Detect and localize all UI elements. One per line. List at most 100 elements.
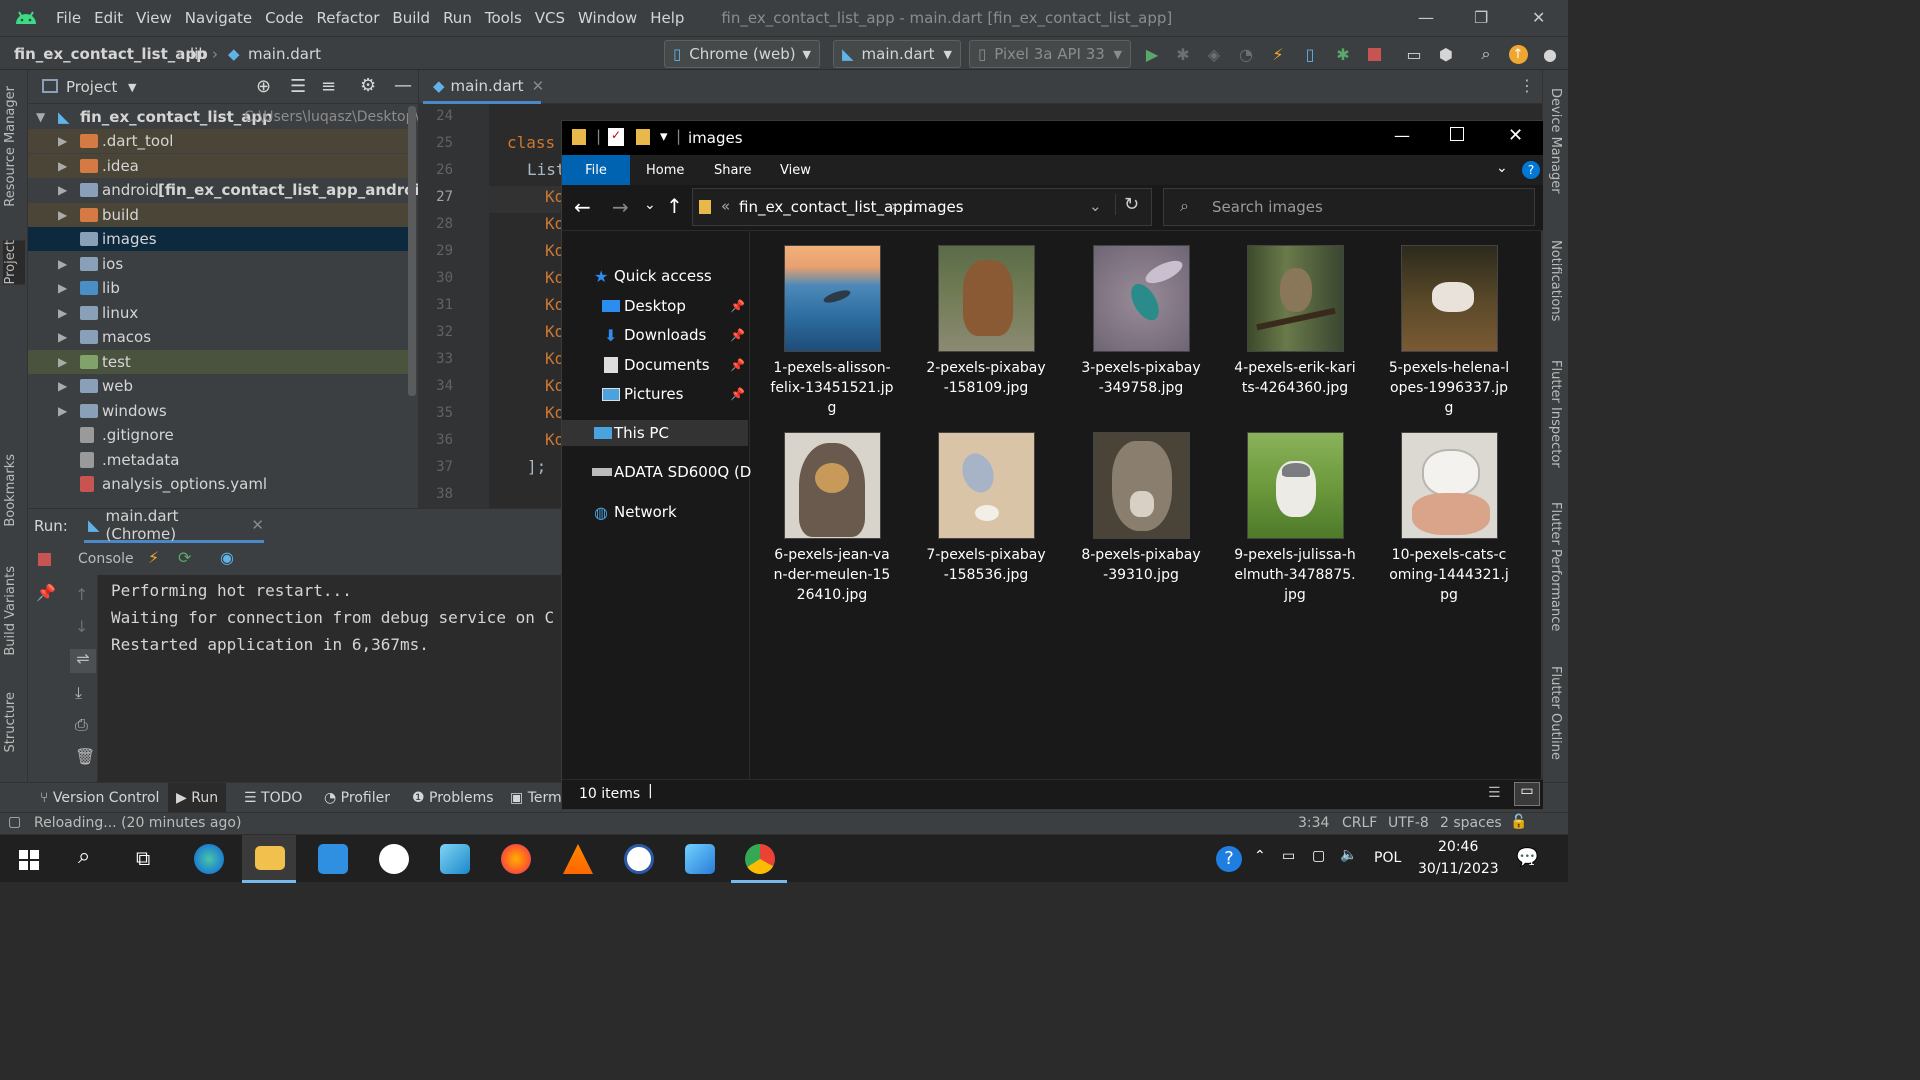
cube-app-icon[interactable] bbox=[440, 844, 470, 874]
code-list[interactable]: List bbox=[527, 160, 566, 179]
volume-icon[interactable]: 🔈 bbox=[1340, 847, 1357, 863]
menu-code[interactable]: Code bbox=[265, 9, 303, 27]
debug-icon[interactable]: ✱ bbox=[1173, 44, 1193, 64]
arrow-up-icon[interactable]: ↑ bbox=[75, 585, 88, 604]
terminal-tab[interactable]: ▣ Term bbox=[510, 790, 562, 806]
help-icon[interactable]: ? bbox=[1216, 846, 1242, 872]
print-icon[interactable]: ⎙ bbox=[75, 715, 88, 735]
collapse-all-icon[interactable]: ≡ bbox=[321, 76, 336, 97]
file-tile[interactable]: 6-pexels-jean-va n-der-meulen-15 26410.jpg bbox=[768, 418, 896, 603]
app-w-icon[interactable] bbox=[624, 844, 654, 874]
ribbon-tab-file[interactable]: File bbox=[562, 155, 630, 185]
nav-network[interactable]: ◍ Network bbox=[562, 499, 748, 525]
tree-item-linux[interactable]: ▶ linux bbox=[28, 301, 416, 325]
battery-icon[interactable]: ▭ bbox=[1282, 848, 1295, 864]
project-tab[interactable]: Project bbox=[3, 240, 25, 285]
firefox-icon[interactable] bbox=[501, 844, 531, 874]
overflow-icon[interactable]: « bbox=[721, 197, 730, 215]
maximize-icon[interactable] bbox=[1450, 127, 1464, 141]
search-icon[interactable]: ⌕ bbox=[78, 844, 90, 869]
indent-setting[interactable]: 2 spaces bbox=[1440, 815, 1502, 831]
file-tile[interactable]: 2-pexels-pixabay -158109.jpg bbox=[922, 231, 1050, 411]
large-icons-view-icon[interactable]: ▭ bbox=[1514, 782, 1540, 806]
close-icon[interactable]: ✕ bbox=[1532, 8, 1545, 27]
arrow-down-icon[interactable]: ↓ bbox=[75, 617, 88, 636]
run-tool-tab[interactable]: ▶ Run bbox=[168, 783, 227, 813]
expand-all-icon[interactable]: ☰ bbox=[290, 76, 306, 97]
chevron-right-icon[interactable]: › bbox=[891, 197, 897, 215]
more-icon[interactable]: ⋮ bbox=[1519, 76, 1535, 95]
edge-icon[interactable] bbox=[194, 844, 224, 874]
nav-desktop[interactable]: Desktop 📌 bbox=[562, 293, 748, 319]
pin-icon[interactable]: 📌 bbox=[730, 387, 745, 401]
quick-access-toolbar-dropdown-icon[interactable]: ▾ bbox=[660, 127, 668, 145]
nav-downloads[interactable]: ⬇ Downloads 📌 bbox=[562, 322, 748, 348]
project-scrollbar[interactable] bbox=[408, 106, 416, 396]
properties-icon[interactable]: ✓ bbox=[608, 128, 624, 146]
network-icon[interactable]: ▢ bbox=[1312, 848, 1325, 864]
notifications-tab[interactable]: Notifications bbox=[1548, 240, 1563, 321]
device-selector[interactable]: ▯ Chrome (web) ▼ bbox=[664, 40, 820, 68]
tree-root[interactable]: ▼ ◣ fin_ex_contact_list_app C:\Users\luq… bbox=[28, 105, 428, 129]
file-tile[interactable]: 9-pexels-julissa-h elmuth-3478875. jpg bbox=[1231, 418, 1359, 603]
code-keyword-class[interactable]: class bbox=[507, 133, 555, 152]
menu-help[interactable]: Help bbox=[650, 9, 684, 27]
flutter-performance-tab[interactable]: Flutter Performance bbox=[1548, 502, 1563, 631]
line-ending[interactable]: CRLF bbox=[1342, 815, 1377, 831]
version-control-tab[interactable]: ⑂ Version Control bbox=[40, 790, 159, 806]
recent-locations-icon[interactable]: ⌄ bbox=[644, 197, 656, 213]
address-segment[interactable]: fin_ex_contact_list_app bbox=[739, 198, 912, 216]
flutter-inspector-tab[interactable]: Flutter Inspector bbox=[1548, 360, 1563, 468]
file-tile[interactable]: 4-pexels-erik-kari ts-4264360.jpg bbox=[1231, 231, 1359, 411]
pin-icon[interactable]: 📌 bbox=[730, 299, 745, 313]
breadcrumb-folder[interactable]: lib bbox=[190, 45, 208, 63]
menu-tools[interactable]: Tools bbox=[485, 9, 522, 27]
chrome-taskbar-button[interactable] bbox=[731, 835, 787, 883]
caret-position[interactable]: 3:34 bbox=[1298, 815, 1329, 831]
nav-drive[interactable]: ADATA SD600Q (D:) bbox=[562, 459, 762, 485]
address-input[interactable]: « fin_ex_contact_list_app › images ⌄ ↻ bbox=[692, 188, 1152, 226]
resource-manager-tab[interactable]: Resource Manager bbox=[3, 86, 18, 207]
chevron-down-icon[interactable]: ▼ bbox=[128, 81, 136, 94]
file-encoding[interactable]: UTF-8 bbox=[1388, 815, 1429, 831]
clock-date[interactable]: 30/11/2023 bbox=[1418, 861, 1499, 877]
pin-icon[interactable]: 📌 bbox=[730, 358, 745, 372]
menu-navigate[interactable]: Navigate bbox=[185, 9, 252, 27]
pin-icon[interactable]: 📌 bbox=[36, 583, 56, 602]
app-icon[interactable] bbox=[379, 844, 409, 874]
todo-tab[interactable]: ☰ TODO bbox=[244, 790, 302, 806]
gear-icon[interactable]: ⚙ bbox=[360, 75, 376, 96]
explorer-taskbar-button[interactable] bbox=[242, 835, 296, 883]
bookmarks-tab[interactable]: Bookmarks bbox=[3, 454, 18, 527]
profile-icon[interactable]: ◔ bbox=[1236, 44, 1256, 64]
chevron-down-icon[interactable]: ⌄ bbox=[1089, 197, 1102, 215]
minimize-icon[interactable]: — bbox=[1418, 8, 1434, 27]
tree-item-idea[interactable]: ▶ .idea bbox=[28, 154, 416, 178]
restore-icon[interactable]: ❐ bbox=[1474, 8, 1488, 27]
structure-tab[interactable]: Structure bbox=[3, 692, 18, 752]
forward-icon[interactable]: → bbox=[612, 195, 629, 219]
emulator-selector[interactable]: ▯ Pixel 3a API 33 ▼ bbox=[969, 40, 1131, 68]
details-view-icon[interactable]: ☰ bbox=[1488, 785, 1501, 801]
apply-changes-icon[interactable]: ▯ bbox=[1300, 44, 1320, 64]
ribbon-tab-view[interactable]: View bbox=[780, 155, 811, 185]
menu-edit[interactable]: Edit bbox=[94, 9, 123, 27]
wave-app-icon[interactable] bbox=[685, 844, 715, 874]
soft-wrap-icon[interactable]: ⇌ bbox=[70, 649, 96, 673]
expand-ribbon-icon[interactable]: ⌄ bbox=[1496, 160, 1508, 176]
tray-overflow-icon[interactable]: ⌃ bbox=[1254, 848, 1266, 864]
menu-view[interactable]: View bbox=[136, 9, 172, 27]
menu-run[interactable]: Run bbox=[443, 9, 472, 27]
tree-item-metadata[interactable]: .metadata bbox=[28, 448, 416, 472]
new-folder-icon[interactable] bbox=[636, 129, 650, 145]
search-input[interactable]: ⌕ Search images bbox=[1163, 188, 1535, 226]
file-tile[interactable]: 7-pexels-pixabay -158536.jpg bbox=[922, 418, 1050, 598]
tree-item-gitignore[interactable]: .gitignore bbox=[28, 423, 416, 447]
pin-icon[interactable]: 📌 bbox=[730, 328, 745, 342]
stop-icon[interactable] bbox=[1364, 44, 1384, 64]
nav-pictures[interactable]: Pictures 📌 bbox=[562, 381, 748, 407]
back-icon[interactable]: ← bbox=[574, 195, 591, 219]
task-view-icon[interactable]: ⧉ bbox=[136, 846, 150, 870]
ribbon-tab-home[interactable]: Home bbox=[646, 155, 684, 185]
tree-item-build[interactable]: ▶ build bbox=[28, 203, 416, 227]
